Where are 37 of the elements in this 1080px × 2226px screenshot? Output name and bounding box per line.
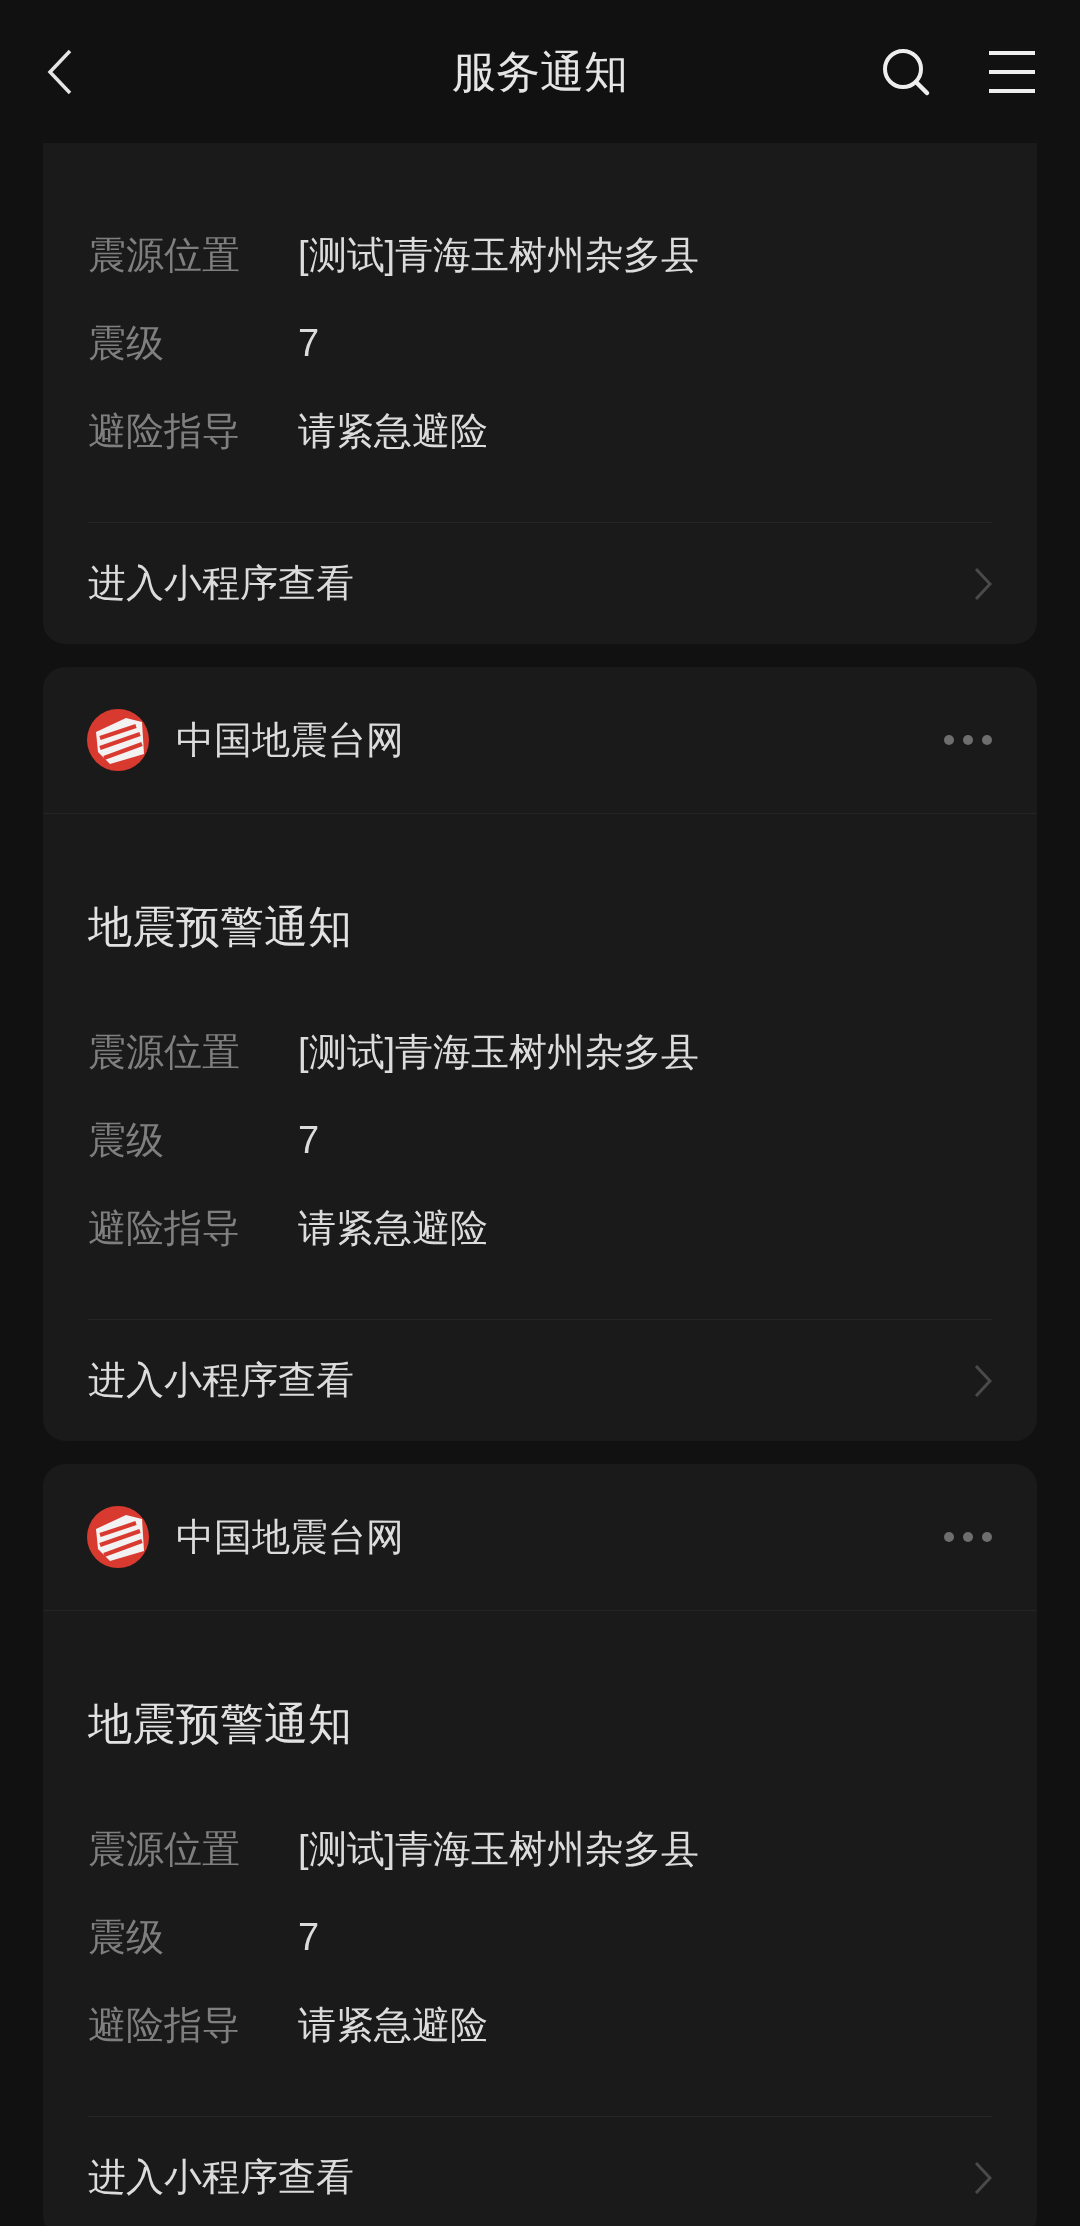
field-label: 避险指导 bbox=[88, 1205, 241, 1251]
card-title: 地震预警通知 bbox=[88, 902, 352, 951]
field-value: 请紧急避险 bbox=[298, 2002, 488, 2048]
field-value: 请紧急避险 bbox=[298, 1205, 488, 1251]
more-icon bbox=[943, 1531, 993, 1543]
field-label: 震级 bbox=[88, 320, 165, 366]
field-label: 震源位置 bbox=[88, 1029, 241, 1075]
chevron-icon bbox=[974, 566, 992, 601]
field-label: 避险指导 bbox=[88, 2002, 241, 2048]
field-value: 7 bbox=[298, 1914, 320, 1960]
menu-button[interactable] bbox=[988, 48, 1036, 95]
mini-program-link[interactable]: 进入小程序查看 bbox=[43, 2117, 1037, 2226]
field-value: 请紧急避险 bbox=[298, 408, 488, 454]
logo-icon bbox=[86, 1505, 150, 1569]
source-name: 中国地震台网 bbox=[176, 717, 404, 763]
field-label: 震级 bbox=[88, 1914, 165, 1960]
field-value: [测试]青海玉树州杂多县 bbox=[298, 1826, 700, 1872]
field-value: 7 bbox=[298, 320, 320, 366]
field-value: [测试]青海玉树州杂多县 bbox=[298, 1029, 700, 1075]
chevron-icon bbox=[974, 1363, 992, 1398]
chevron-icon bbox=[974, 2160, 992, 2195]
field-label: 震源位置 bbox=[88, 1826, 241, 1872]
card-title: 地震预警通知 bbox=[88, 1699, 352, 1748]
logo-icon bbox=[86, 708, 150, 772]
menu-icon bbox=[988, 49, 1036, 94]
page-title: 服务通知 bbox=[452, 45, 628, 98]
field-label: 震级 bbox=[88, 1117, 165, 1163]
source-name: 中国地震台网 bbox=[176, 1514, 404, 1560]
field-label: 避险指导 bbox=[88, 408, 241, 454]
field-label: 震源位置 bbox=[88, 232, 241, 278]
field-value: [测试]青海玉树州杂多县 bbox=[298, 232, 700, 278]
back-icon bbox=[47, 48, 73, 95]
more-icon bbox=[943, 734, 993, 746]
field-value: 7 bbox=[298, 1117, 320, 1163]
mini-program-link[interactable]: 进入小程序查看 bbox=[43, 523, 1037, 644]
search-icon bbox=[881, 46, 931, 97]
mini-program-link[interactable]: 进入小程序查看 bbox=[43, 1320, 1037, 1441]
